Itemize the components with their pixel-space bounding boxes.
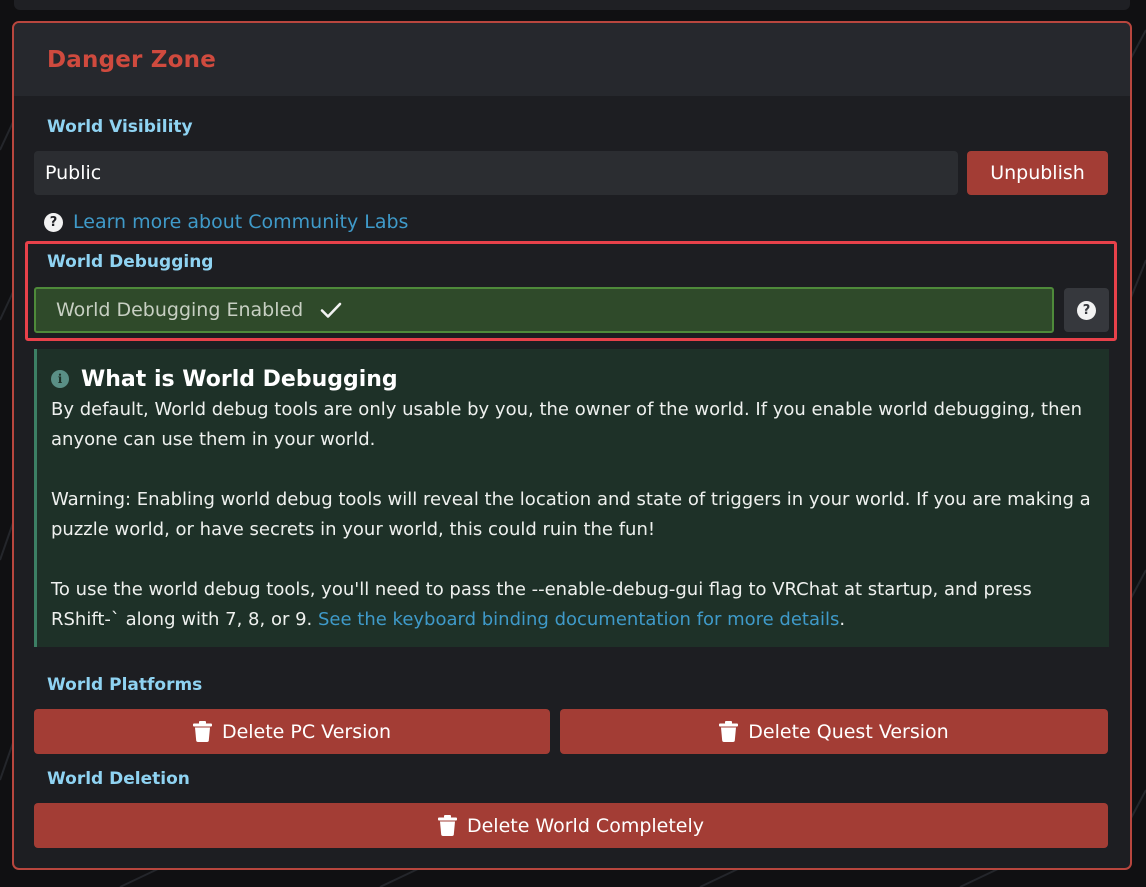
- info-paragraph-default: By default, World debug tools are only u…: [51, 399, 1082, 450]
- info-heading: i What is World Debugging: [51, 365, 1095, 393]
- trash-icon: [719, 721, 739, 742]
- unpublish-button[interactable]: Unpublish: [967, 151, 1108, 195]
- world-debugging-status: World Debugging Enabled: [56, 299, 304, 321]
- keyboard-binding-docs-link[interactable]: See the keyboard binding documentation f…: [318, 609, 839, 630]
- danger-zone-panel: Danger Zone World Visibility Public Unpu…: [12, 21, 1132, 870]
- world-visibility-label: World Visibility: [47, 117, 193, 137]
- world-visibility-value: Public: [45, 162, 102, 184]
- learn-more-community-labs-link[interactable]: Learn more about Community Labs: [73, 211, 408, 233]
- question-circle-icon: ?: [1077, 300, 1096, 320]
- danger-zone-header: Danger Zone: [14, 23, 1130, 96]
- info-paragraph-warning: Warning: Enabling world debug tools will…: [51, 489, 1091, 540]
- previous-panel-edge: [14, 0, 1130, 10]
- world-platforms-label: World Platforms: [47, 675, 203, 695]
- danger-zone-title: Danger Zone: [47, 46, 217, 73]
- delete-world-completely-label: Delete World Completely: [466, 814, 705, 837]
- delete-pc-version-label: Delete PC Version: [221, 720, 392, 743]
- delete-world-completely-button[interactable]: Delete World Completely: [34, 803, 1108, 848]
- world-debugging-toggle[interactable]: World Debugging Enabled: [34, 287, 1054, 333]
- checkmark-icon: [319, 298, 343, 322]
- info-title: What is World Debugging: [81, 366, 398, 392]
- world-debugging-help-button[interactable]: ?: [1064, 288, 1109, 332]
- delete-quest-version-button[interactable]: Delete Quest Version: [560, 709, 1108, 754]
- usage-period: .: [839, 609, 846, 630]
- question-circle-icon: ?: [44, 212, 63, 232]
- learn-more-row: ? Learn more about Community Labs: [44, 209, 408, 235]
- world-debugging-label: World Debugging: [47, 252, 214, 272]
- info-circle-icon: i: [51, 370, 69, 388]
- world-visibility-field[interactable]: Public: [34, 151, 958, 195]
- trash-icon: [192, 721, 212, 742]
- delete-quest-version-label: Delete Quest Version: [748, 720, 949, 743]
- world-deletion-label: World Deletion: [47, 769, 190, 789]
- info-paragraph-usage: To use the world debug tools, you'll nee…: [51, 575, 1095, 635]
- trash-icon: [437, 815, 457, 836]
- world-debugging-info-box: i What is World Debugging By default, Wo…: [34, 349, 1109, 647]
- unpublish-button-label: Unpublish: [990, 162, 1085, 184]
- delete-pc-version-button[interactable]: Delete PC Version: [34, 709, 550, 754]
